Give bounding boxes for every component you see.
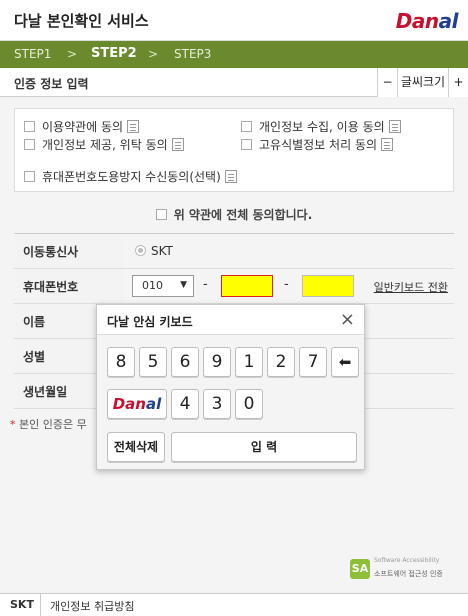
phone-middle-input[interactable] <box>221 275 273 297</box>
caret-down-icon: ▼ <box>180 280 187 290</box>
step-2-active: STEP2 <box>91 46 137 61</box>
term-item[interactable]: 휴대폰번호도용방지 수신동의(선택) <box>24 168 237 185</box>
document-icon[interactable] <box>388 120 401 133</box>
keyboard-switch-link[interactable]: 일반키보드 전환 <box>374 279 448 295</box>
key-4[interactable]: 4 <box>171 389 199 419</box>
keyboard-title: 다날 안심 키보드 <box>107 315 193 329</box>
notice-body: 본인 인증은 무 <box>19 418 87 431</box>
term-label: 개인정보 수집, 이용 동의 <box>259 120 385 134</box>
carrier-option[interactable]: SKT <box>135 244 173 258</box>
carrier-row: 이동통신사 SKT <box>14 234 454 269</box>
carrier-footer: SKT <box>10 598 34 611</box>
keyboard-titlebar: 다날 안심 키보드 × <box>97 305 364 335</box>
checkbox[interactable] <box>24 171 35 182</box>
document-icon[interactable] <box>171 138 184 151</box>
phone-prefix-select[interactable]: 010 ▼ <box>132 275 194 297</box>
clear-all-button[interactable]: 전체삭제 <box>107 432 165 462</box>
agree-all-checkbox[interactable] <box>155 209 167 220</box>
carrier-label: 이동통신사 <box>14 234 124 268</box>
step-3: STEP3 <box>174 47 212 61</box>
term-item[interactable]: 개인정보 제공, 위탁 동의 <box>24 136 184 153</box>
divider <box>40 594 41 616</box>
notice-text: * 본인 인증은 무 <box>10 416 87 432</box>
key-7[interactable]: 7 <box>299 347 327 377</box>
term-label: 이용약관에 동의 <box>42 120 124 134</box>
badge-ko-text: 소프트웨어 접근성 인증 <box>374 570 443 578</box>
step-indicator: STEP1 > STEP2 > STEP3 <box>0 41 468 68</box>
phone-row: 휴대폰번호 010 ▼ - - 일반키보드 전환 <box>14 269 454 304</box>
section-title: 인증 정보 입력 <box>14 77 89 91</box>
phone-dash: - <box>284 277 289 292</box>
phone-last-input[interactable] <box>302 275 354 297</box>
term-item[interactable]: 이용약관에 동의 <box>24 118 140 135</box>
font-decrease-button[interactable]: − <box>377 68 397 97</box>
terms-box: 이용약관에 동의 개인정보 수집, 이용 동의 개인정보 제공, 위탁 동의 고… <box>14 108 454 192</box>
key-1[interactable]: 1 <box>235 347 263 377</box>
key-9[interactable]: 9 <box>203 347 231 377</box>
key-2[interactable]: 2 <box>267 347 295 377</box>
sa-logo-icon: SA <box>350 559 370 579</box>
key-3[interactable]: 3 <box>203 389 231 419</box>
bottom-bar: SKT 개인정보 취급방침 <box>0 593 468 616</box>
key-0[interactable]: 0 <box>235 389 263 419</box>
font-increase-button[interactable]: + <box>448 68 468 97</box>
checkbox[interactable] <box>241 121 252 132</box>
app-header: 다날 본인확인 서비스 Danal <box>0 0 468 41</box>
document-icon[interactable] <box>224 170 237 183</box>
agree-all[interactable]: 위 약관에 전체 동의합니다. <box>0 206 468 223</box>
key-logo-text: Dan <box>112 395 146 413</box>
page-title: 다날 본인확인 서비스 <box>14 12 149 30</box>
logo-text-accent: al <box>438 9 459 33</box>
backspace-icon[interactable]: ⬅ <box>331 347 359 377</box>
section-header: 인증 정보 입력 − 글씨크기 + <box>0 68 468 97</box>
checkbox[interactable] <box>24 121 35 132</box>
term-label: 개인정보 제공, 위탁 동의 <box>42 138 168 152</box>
checkbox[interactable] <box>24 139 35 150</box>
close-icon[interactable]: × <box>340 309 355 330</box>
badge-en-text: Software Accessibility <box>374 557 440 564</box>
key-logo-accent: al <box>146 395 162 413</box>
document-icon[interactable] <box>127 120 140 133</box>
identity-form: 이동통신사 SKT 휴대폰번호 010 ▼ - - 일반키보드 전환 이름 성별… <box>14 233 454 409</box>
privacy-policy-link[interactable]: 개인정보 취급방침 <box>50 598 134 614</box>
key-6[interactable]: 6 <box>171 347 199 377</box>
phone-prefix-value: 010 <box>142 279 163 292</box>
term-item[interactable]: 고유식별정보 처리 동의 <box>241 136 394 153</box>
key-8[interactable]: 8 <box>107 347 135 377</box>
accessibility-badge: SA Software Accessibility 소프트웨어 접근성 인증 <box>350 557 456 581</box>
enter-button[interactable]: 입 력 <box>171 432 357 462</box>
agree-all-label: 위 약관에 전체 동의합니다. <box>173 208 313 222</box>
chevron-right-icon: > <box>67 47 78 61</box>
carrier-value: SKT <box>151 244 173 258</box>
document-icon[interactable] <box>381 138 394 151</box>
phone-dash: - <box>203 277 208 292</box>
chevron-right-icon: > <box>148 47 159 61</box>
phone-label: 휴대폰번호 <box>14 269 124 303</box>
term-label: 휴대폰번호도용방지 수신동의(선택) <box>42 170 221 184</box>
danal-logo: Danal <box>395 9 459 33</box>
asterisk: * <box>10 418 16 431</box>
checkbox[interactable] <box>241 139 252 150</box>
font-size-label: 글씨크기 <box>397 68 448 97</box>
term-label: 고유식별정보 처리 동의 <box>259 138 378 152</box>
step-1: STEP1 <box>14 47 52 61</box>
logo-text: Dan <box>395 9 439 33</box>
danal-logo-key: Danal <box>107 389 167 419</box>
key-5[interactable]: 5 <box>139 347 167 377</box>
radio-button[interactable] <box>135 245 146 256</box>
secure-keyboard-popup: 다날 안심 키보드 × 8 5 6 9 1 2 7 ⬅ Danal 4 3 0 … <box>96 304 365 470</box>
term-item[interactable]: 개인정보 수집, 이용 동의 <box>241 118 401 135</box>
